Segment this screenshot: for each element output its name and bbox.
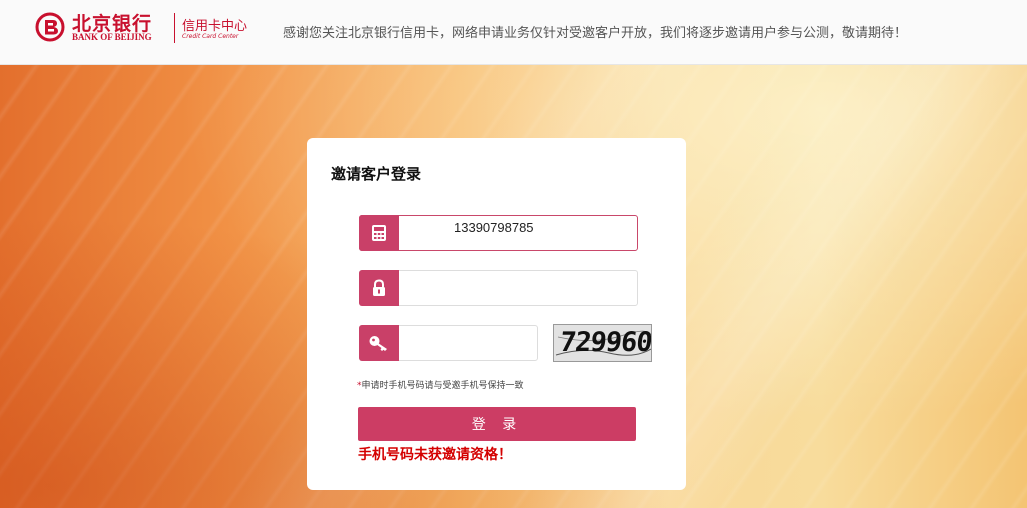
password-field[interactable]	[359, 270, 638, 306]
captcha-field[interactable]	[359, 325, 538, 361]
key-icon	[359, 325, 399, 361]
logo-english-name: BANK OF BEIJING	[72, 32, 152, 42]
login-button[interactable]: 登 录	[358, 407, 636, 441]
logo-subtitle-en: Credit Card Center	[182, 33, 239, 40]
phone-field[interactable]: 13390798785	[359, 215, 638, 251]
phone-hint-text: 申请时手机号码请与受邀手机号保持一致	[361, 381, 524, 391]
bank-of-beijing-logo-icon	[35, 12, 65, 42]
password-input[interactable]	[404, 273, 636, 303]
logo-divider	[174, 13, 175, 43]
login-card: 邀请客户登录 13390798785 729960 *申请时手机号码请与受邀手机…	[307, 138, 686, 490]
captcha-input[interactable]	[404, 328, 536, 358]
captcha-image[interactable]: 729960	[553, 324, 652, 362]
lock-icon	[359, 270, 399, 306]
phone-input[interactable]: 13390798785	[454, 220, 534, 235]
header-notice: 感谢您关注北京银行信用卡，网络申请业务仅针对受邀客户开放，我们将逐步邀请用户参与…	[283, 26, 908, 41]
login-title: 邀请客户登录	[331, 165, 422, 183]
calculator-icon	[359, 215, 399, 251]
captcha-text: 729960	[558, 327, 652, 358]
header: 北京银行 BANK OF BEIJING 信用卡中心 Credit Card C…	[0, 0, 1027, 65]
error-message: 手机号码未获邀请资格！	[358, 447, 512, 463]
phone-hint: *申请时手机号码请与受邀手机号保持一致	[357, 378, 524, 391]
logo-subtitle: 信用卡中心	[182, 19, 248, 34]
